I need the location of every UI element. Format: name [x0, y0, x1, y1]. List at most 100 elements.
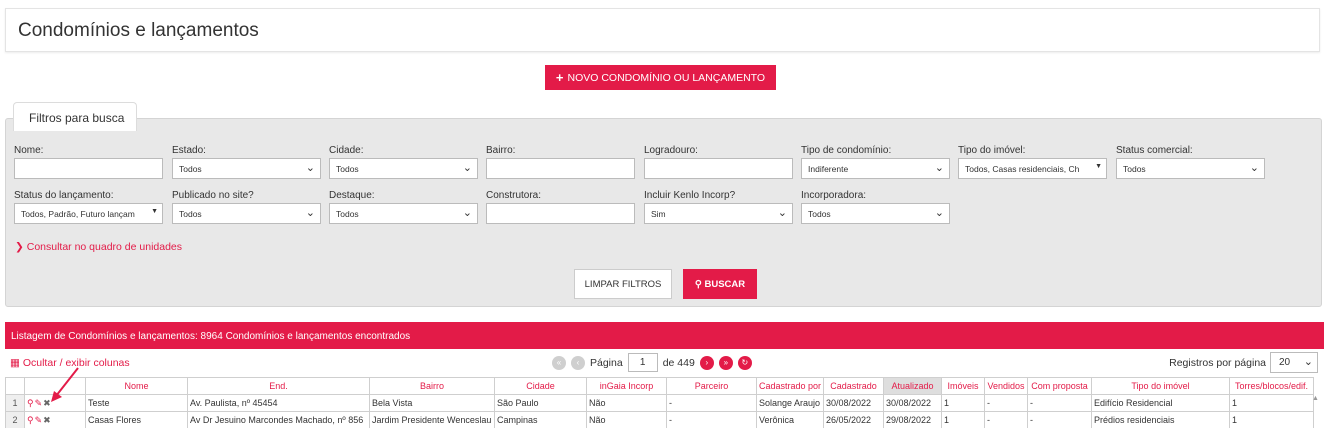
col-header[interactable]: inGaia Incorp: [586, 377, 667, 395]
per-page: Registros por página 20 ⌄: [1169, 352, 1318, 373]
col-header-sorted[interactable]: Atualizado: [883, 377, 942, 395]
refresh-icon[interactable]: ↻: [737, 355, 752, 370]
filter-nome-label: Nome:: [14, 145, 44, 156]
per-page-label: Registros por página: [1169, 356, 1266, 369]
close-icon[interactable]: ✖: [43, 398, 52, 408]
chevron-down-icon: ⌄: [934, 207, 944, 219]
tipo-condominio-value: Indiferente: [808, 164, 849, 174]
incorporadora-value: Todos: [808, 209, 831, 219]
toggle-columns-link[interactable]: ▦ Ocultar / exibir colunas: [10, 357, 130, 369]
cell-bairro: Jardim Presidente Wenceslau: [369, 411, 495, 428]
chevron-down-icon: ⌄: [462, 162, 472, 174]
status-comercial-select[interactable]: Todos ⌄: [1116, 158, 1265, 179]
col-header[interactable]: Torres/blocos/edif.: [1229, 377, 1314, 395]
col-header[interactable]: Bairro: [369, 377, 495, 395]
chevron-down-icon: ⌄: [777, 207, 787, 219]
publicado-value: Todos: [179, 209, 202, 219]
last-page-icon[interactable]: »: [718, 355, 733, 370]
status-lancamento-select[interactable]: Todos, Padrão, Futuro lançam ▼: [14, 203, 163, 224]
cell-vendidos: -: [984, 411, 1028, 428]
cell-vendidos: -: [984, 394, 1028, 412]
search-icon: ⚲: [694, 278, 702, 290]
filter-logradouro: Logradouro:: [644, 145, 793, 179]
col-header[interactable]: Com proposta: [1027, 377, 1092, 395]
search-icon[interactable]: ⚲: [27, 415, 35, 425]
col-header[interactable]: Vendidos: [984, 377, 1028, 395]
filter-tipo-condominio: Tipo de condomínio: Indiferente ⌄: [801, 145, 950, 179]
col-header[interactable]: Cadastrado: [823, 377, 884, 395]
tipo-condominio-select[interactable]: Indiferente ⌄: [801, 158, 950, 179]
page-input[interactable]: 1: [627, 353, 658, 372]
new-button-label: NOVO CONDOMÍNIO OU LANÇAMENTO: [567, 71, 766, 84]
col-header[interactable]: Tipo do imóvel: [1091, 377, 1230, 395]
caret-down-icon: ▼: [151, 208, 158, 215]
cell-nome: Casas Flores: [85, 411, 188, 428]
construtora-input[interactable]: [486, 203, 635, 224]
col-header-number: [5, 377, 25, 395]
per-page-select[interactable]: 20 ⌄: [1270, 352, 1318, 373]
filter-bairro-label: Bairro:: [486, 145, 516, 156]
next-page-icon[interactable]: ›: [699, 355, 714, 370]
cell-atualizado: 30/08/2022: [883, 394, 942, 412]
col-header[interactable]: End.: [187, 377, 370, 395]
col-header[interactable]: Nome: [85, 377, 188, 395]
col-header[interactable]: Imóveis: [941, 377, 985, 395]
per-page-value: 20: [1279, 357, 1291, 368]
cell-end: Av. Paulista, nº 45454: [187, 394, 370, 412]
cell-cadastrado-por: Solange Araujo: [756, 394, 824, 412]
logradouro-input[interactable]: [644, 158, 793, 179]
cidade-select[interactable]: Todos ⌄: [329, 158, 478, 179]
incorporadora-select[interactable]: Todos ⌄: [801, 203, 950, 224]
col-header-actions: [24, 377, 86, 395]
row-actions: ⚲✎✖: [24, 411, 86, 428]
filter-kenlo-label: Incluir Kenlo Incorp?: [644, 190, 736, 201]
consult-units-link[interactable]: ❯ Consultar no quadro de unidades: [15, 241, 182, 253]
edit-icon[interactable]: ✎: [35, 398, 44, 408]
page-header: Condomínios e lançamentos: [5, 8, 1320, 52]
col-header[interactable]: Parceiro: [666, 377, 757, 395]
filter-logradouro-label: Logradouro:: [644, 145, 698, 156]
status-lancamento-value: Todos, Padrão, Futuro lançam: [21, 209, 135, 219]
table-row[interactable]: 1 ⚲✎✖ Teste Av. Paulista, nº 45454 Bela …: [5, 394, 1314, 412]
nome-input[interactable]: [14, 158, 163, 179]
kenlo-value: Sim: [651, 209, 666, 219]
table-icon: ▦: [10, 357, 20, 369]
cell-imoveis: 1: [941, 394, 985, 412]
caret-down-icon: ▼: [1095, 163, 1102, 170]
col-header[interactable]: Cidade: [494, 377, 587, 395]
page-total: de 449: [662, 356, 695, 369]
cell-cadastrado-por: Verônica: [756, 411, 824, 428]
new-condominium-button[interactable]: + NOVO CONDOMÍNIO OU LANÇAMENTO: [545, 65, 776, 90]
condominiums-table: Nome End. Bairro Cidade inGaia Incorp Pa…: [5, 377, 1314, 428]
chevron-down-icon: ⌄: [462, 207, 472, 219]
filter-cidade-label: Cidade:: [329, 145, 364, 156]
cidade-value: Todos: [336, 164, 359, 174]
close-icon[interactable]: ✖: [43, 415, 52, 425]
search-icon[interactable]: ⚲: [27, 398, 35, 408]
destaque-select[interactable]: Todos ⌄: [329, 203, 478, 224]
cell-parceiro: -: [666, 394, 757, 412]
prev-page-icon[interactable]: ‹: [571, 355, 585, 370]
filter-tipo-condominio-label: Tipo de condomínio:: [801, 145, 892, 156]
cell-incorp: Não: [586, 394, 667, 412]
listing-header: Listagem de Condomínios e lançamentos: 8…: [5, 322, 1324, 349]
filter-cidade: Cidade: Todos ⌄: [329, 145, 478, 179]
col-header[interactable]: Cadastrado por: [756, 377, 824, 395]
listing-toolbar: ▦ Ocultar / exibir colunas « ‹ Página 1 …: [5, 349, 1324, 376]
scroll-up-icon[interactable]: ▲: [1312, 395, 1319, 402]
publicado-select[interactable]: Todos ⌄: [172, 203, 321, 224]
search-button[interactable]: ⚲ BUSCAR: [683, 269, 757, 299]
clear-filters-button[interactable]: LIMPAR FILTROS: [574, 269, 672, 299]
estado-select[interactable]: Todos ⌄: [172, 158, 321, 179]
filter-kenlo: Incluir Kenlo Incorp? Sim ⌄: [644, 190, 793, 224]
tipo-imovel-select[interactable]: Todos, Casas residenciais, Ch ▼: [958, 158, 1107, 179]
bairro-input[interactable]: [486, 158, 635, 179]
table-row[interactable]: 2 ⚲✎✖ Casas Flores Av Dr Jesuino Marcond…: [5, 411, 1314, 428]
filter-incorporadora: Incorporadora: Todos ⌄: [801, 190, 950, 224]
filter-publicado-label: Publicado no site?: [172, 190, 254, 201]
kenlo-select[interactable]: Sim ⌄: [644, 203, 793, 224]
filters-tab[interactable]: Filtros para busca: [13, 102, 137, 131]
edit-icon[interactable]: ✎: [35, 415, 44, 425]
status-comercial-value: Todos: [1123, 164, 1146, 174]
first-page-icon[interactable]: «: [552, 355, 566, 370]
